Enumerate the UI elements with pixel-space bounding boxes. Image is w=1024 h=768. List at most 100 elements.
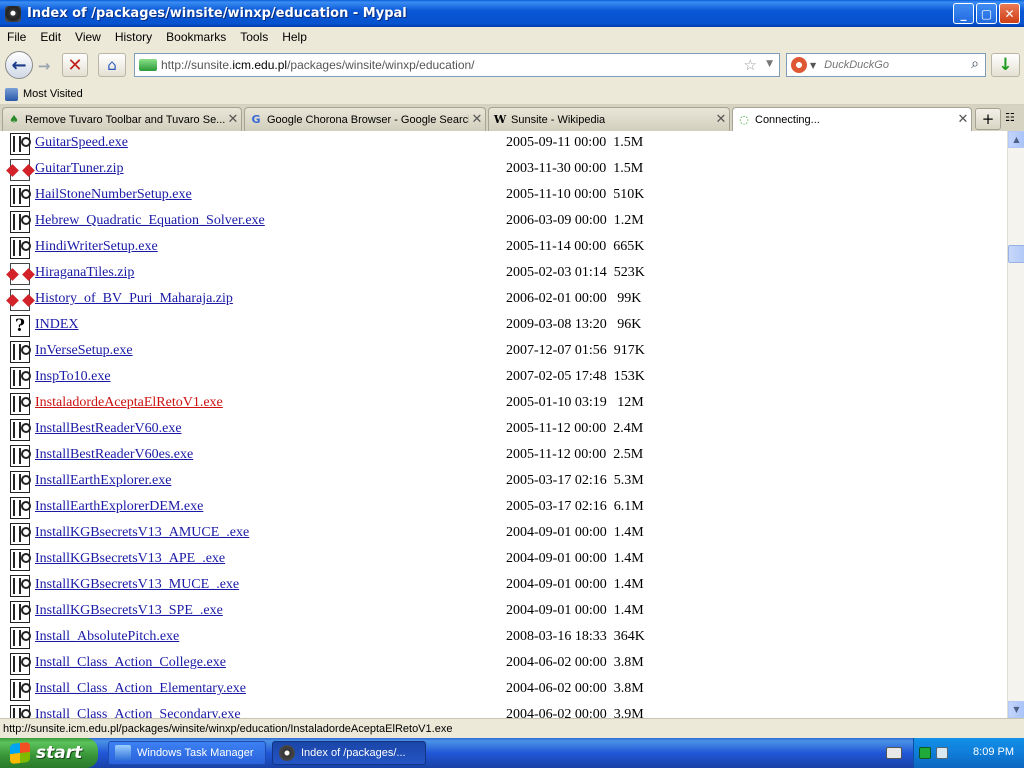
forward-button[interactable]: → [33, 55, 55, 77]
url-text[interactable]: http://sunsite.icm.edu.pl/packages/winsi… [161, 58, 475, 72]
back-button[interactable]: ← [5, 51, 33, 79]
binary-file-icon[interactable] [10, 211, 31, 233]
menu-tools[interactable]: Tools [233, 30, 275, 44]
file-link[interactable]: HailStoneNumberSetup.exe [35, 187, 192, 203]
tab-close-icon[interactable]: ✕ [469, 112, 485, 127]
binary-file-icon[interactable] [10, 653, 31, 675]
tab-close-icon[interactable]: ✕ [225, 112, 241, 127]
binary-file-icon[interactable] [10, 133, 31, 155]
file-link[interactable]: InstallKGBsecretsV13_APE_.exe [35, 551, 225, 567]
file-link[interactable]: GuitarSpeed.exe [35, 135, 128, 151]
file-link[interactable]: InstallKGBsecretsV13_MUCE_.exe [35, 577, 239, 593]
tab-connecting[interactable]: ◌ Connecting... ✕ [732, 107, 972, 131]
file-link[interactable]: History_of_BV_Puri_Maharaja.zip [35, 291, 233, 307]
file-link[interactable]: InVerseSetup.exe [35, 343, 133, 359]
binary-file-icon[interactable] [10, 185, 31, 207]
taskbar-item-task-manager[interactable]: Windows Task Manager [108, 741, 266, 765]
binary-file-icon[interactable] [10, 627, 31, 649]
binary-file-icon[interactable] [10, 705, 31, 718]
file-link[interactable]: Install_Class_Action_College.exe [35, 655, 226, 671]
window-controls: _ ▢ ✕ [953, 3, 1020, 24]
url-bar[interactable]: http://sunsite.icm.edu.pl/packages/winsi… [134, 53, 780, 77]
file-size: 1.4M [613, 525, 644, 540]
binary-file-icon[interactable] [10, 497, 31, 519]
file-date: 2004-09-01 00:00 [506, 525, 607, 540]
scroll-thumb[interactable] [1008, 245, 1024, 263]
most-visited-bookmark[interactable]: Most Visited [23, 88, 83, 100]
file-link[interactable]: Install_AbsolutePitch.exe [35, 629, 179, 645]
binary-file-icon[interactable] [10, 367, 31, 389]
file-link[interactable]: HiraganaTiles.zip [35, 265, 134, 281]
maximize-button[interactable]: ▢ [976, 3, 997, 24]
binary-file-icon[interactable] [10, 393, 31, 415]
menu-help[interactable]: Help [275, 30, 314, 44]
search-icon[interactable]: ⌕ [971, 56, 979, 72]
file-link[interactable]: InstallEarthExplorerDEM.exe [35, 499, 203, 515]
scroll-up-arrow-icon[interactable]: ▲ [1008, 131, 1024, 148]
engine-dropdown-icon[interactable]: ▼ [810, 61, 816, 70]
task-label: Index of /packages/... [301, 747, 406, 759]
file-link[interactable]: InstaladordeAceptaElRetoV1.exe [35, 395, 223, 411]
file-link[interactable]: GuitarTuner.zip [35, 161, 124, 177]
menu-view[interactable]: View [68, 30, 108, 44]
file-link[interactable]: Install_Class_Action_Secondary.exe [35, 707, 241, 718]
menu-edit[interactable]: Edit [33, 30, 68, 44]
archive-file-icon[interactable] [10, 289, 30, 311]
downloads-button[interactable]: ↓ [991, 53, 1020, 77]
binary-file-icon[interactable] [10, 445, 31, 467]
file-link[interactable]: Install_Class_Action_Elementary.exe [35, 681, 246, 697]
file-link[interactable]: INDEX [35, 317, 79, 333]
minimize-button[interactable]: _ [953, 3, 974, 24]
tray-app-icon[interactable] [936, 747, 948, 759]
unknown-file-icon[interactable]: ? [10, 315, 30, 337]
binary-file-icon[interactable] [10, 549, 31, 571]
menu-file[interactable]: File [0, 30, 33, 44]
home-button[interactable]: ⌂ [98, 53, 126, 77]
file-link[interactable]: InstallBestReaderV60es.exe [35, 447, 193, 463]
file-date: 2005-03-17 02:16 [506, 499, 607, 514]
file-link[interactable]: InspTo10.exe [35, 369, 111, 385]
start-button[interactable]: start [0, 738, 98, 768]
archive-file-icon[interactable] [10, 263, 30, 285]
list-all-tabs-icon[interactable]: ☷ [1005, 111, 1015, 124]
file-meta: 2004-09-01 00:00 1.4M [506, 603, 644, 619]
file-link[interactable]: InstallBestReaderV60.exe [35, 421, 182, 437]
taskbar-item-browser[interactable]: Index of /packages/... [272, 741, 426, 765]
search-input[interactable] [824, 59, 965, 71]
menu-history[interactable]: History [108, 30, 159, 44]
file-link[interactable]: InstallKGBsecretsV13_SPE_.exe [35, 603, 223, 619]
keyboard-icon[interactable] [886, 747, 902, 759]
binary-file-icon[interactable] [10, 471, 31, 493]
binary-file-icon[interactable] [10, 341, 31, 363]
file-size: 523K [613, 265, 645, 280]
binary-file-icon[interactable] [10, 679, 31, 701]
binary-file-icon[interactable] [10, 419, 31, 441]
duckduckgo-icon[interactable] [791, 57, 807, 73]
url-history-dropdown-icon[interactable]: ▼ [766, 59, 773, 69]
tab-close-icon[interactable]: ✕ [955, 112, 971, 127]
site-identity-icon[interactable] [139, 59, 157, 71]
stop-button[interactable]: ✕ [62, 53, 88, 77]
new-tab-button[interactable]: + [975, 108, 1001, 130]
tab-tuvaro[interactable]: ♠ Remove Tuvaro Toolbar and Tuvaro Se...… [2, 107, 242, 131]
file-link[interactable]: InstallKGBsecretsV13_AMUCE_.exe [35, 525, 249, 541]
vertical-scrollbar[interactable]: ▲ ▼ [1007, 131, 1024, 718]
close-button[interactable]: ✕ [999, 3, 1020, 24]
tab-close-icon[interactable]: ✕ [713, 112, 729, 127]
binary-file-icon[interactable] [10, 601, 31, 623]
binary-file-icon[interactable] [10, 575, 31, 597]
mypal-icon[interactable] [5, 5, 21, 22]
file-link[interactable]: Hebrew_Quadratic_Equation_Solver.exe [35, 213, 265, 229]
file-link[interactable]: InstallEarthExplorer.exe [35, 473, 171, 489]
tab-google-search[interactable]: G Google Chorona Browser - Google Search… [244, 107, 486, 131]
bookmark-star-icon[interactable]: ☆ [744, 56, 757, 74]
menu-bookmarks[interactable]: Bookmarks [159, 30, 233, 44]
tab-wikipedia[interactable]: W Sunsite - Wikipedia ✕ [488, 107, 730, 131]
binary-file-icon[interactable] [10, 523, 31, 545]
file-link[interactable]: HindiWriterSetup.exe [35, 239, 158, 255]
search-box[interactable]: ▼ ⌕ [786, 53, 986, 77]
scroll-down-arrow-icon[interactable]: ▼ [1008, 701, 1024, 718]
binary-file-icon[interactable] [10, 237, 31, 259]
network-icon[interactable] [919, 747, 931, 759]
archive-file-icon[interactable] [10, 159, 30, 181]
